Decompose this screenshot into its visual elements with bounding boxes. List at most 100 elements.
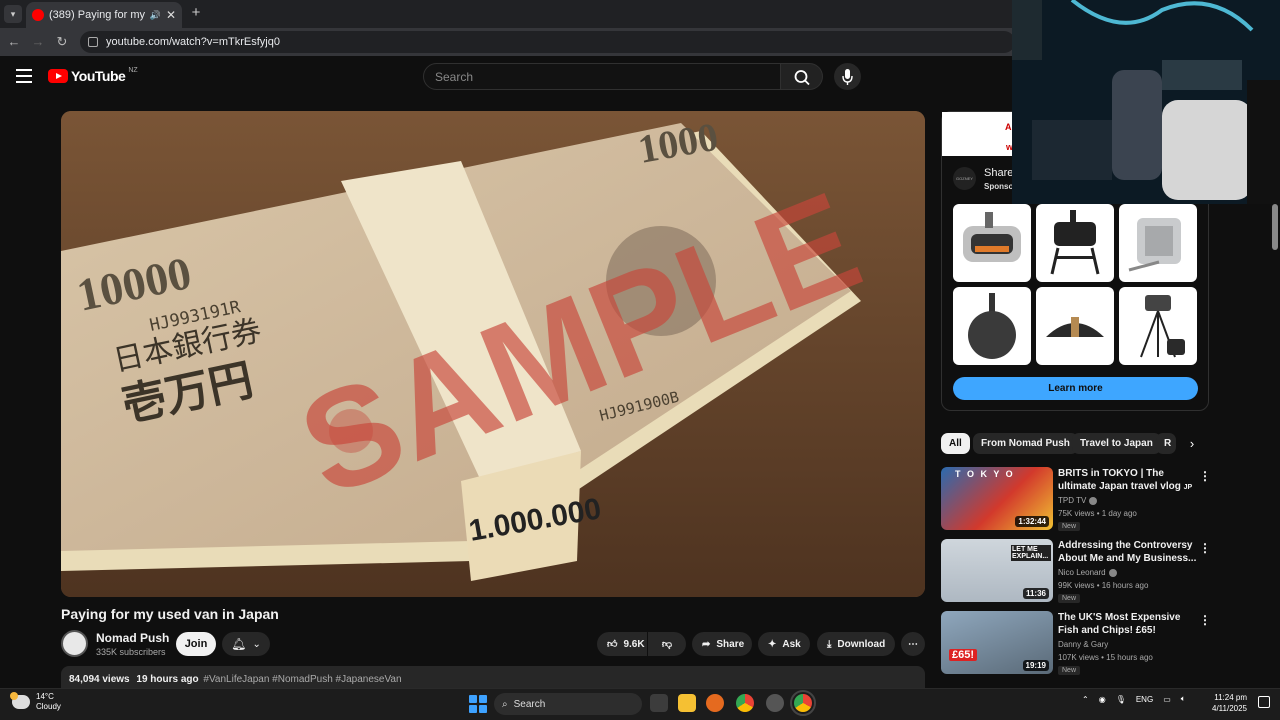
chevron-up-icon[interactable]: ⌃: [1082, 695, 1089, 704]
ad-product-tripod-stand[interactable]: [1119, 287, 1197, 365]
app-tray-icon[interactable]: ◉: [1099, 695, 1106, 704]
volume-icon[interactable]: 🔈︎: [1181, 694, 1186, 704]
join-button[interactable]: Join: [176, 632, 216, 656]
menu-icon[interactable]: [16, 69, 32, 83]
download-icon: ⤓: [827, 638, 832, 650]
reload-icon[interactable]: ↻: [54, 34, 70, 50]
channel-name[interactable]: Danny & Gary: [1058, 640, 1108, 649]
recommendation-item[interactable]: LET ME EXPLAIN... 11:36 Addressing the C…: [941, 539, 1216, 603]
audio-playing-icon[interactable]: 🔊: [150, 10, 161, 21]
app-icon[interactable]: [766, 694, 784, 712]
ad-product-oven-door[interactable]: [1036, 287, 1114, 365]
temperature: 14°C: [36, 692, 54, 701]
site-info-icon[interactable]: [88, 37, 98, 47]
close-tab-icon[interactable]: ✕: [166, 8, 176, 22]
chip-travel-to-japan[interactable]: Travel to Japan: [1072, 433, 1161, 454]
learn-more-button[interactable]: Learn more: [953, 377, 1198, 400]
video-thumbnail[interactable]: T O K Y O 1:32:44: [941, 467, 1053, 530]
chrome-icon[interactable]: [736, 694, 754, 712]
video-title[interactable]: BRITS in TOKYO | The ultimate Japan trav…: [1058, 467, 1198, 494]
page-scrollbar[interactable]: [1272, 204, 1278, 250]
task-view-icon[interactable]: [650, 694, 668, 712]
channel-name[interactable]: Nico Leonard: [1058, 568, 1117, 577]
channel-name[interactable]: Nomad Push: [96, 631, 169, 645]
hashtags[interactable]: #VanLifeJapan #NomadPush #JapaneseVan: [203, 674, 401, 685]
search-button[interactable]: [781, 63, 823, 90]
download-label: Download: [837, 638, 886, 650]
like-button[interactable]: 👍︎ 9.6K: [597, 632, 647, 656]
video-meta: 75K views • 1 day ago: [1058, 509, 1137, 518]
language-indicator[interactable]: ENG: [1136, 695, 1153, 704]
ask-label: Ask: [782, 638, 801, 650]
notification-icon[interactable]: [1258, 696, 1270, 708]
more-vertical-icon[interactable]: ⋮: [1199, 469, 1211, 483]
address-bar[interactable]: youtube.com/watch?v=mTkrEsfyjq0: [80, 31, 1015, 53]
new-tab-button[interactable]: +: [188, 5, 204, 21]
windows-start-icon[interactable]: [469, 695, 487, 713]
file-explorer-icon[interactable]: [678, 694, 696, 712]
video-thumbnail[interactable]: £65! 19:19: [941, 611, 1053, 674]
app-icon[interactable]: [706, 694, 724, 712]
search-icon: ⌕: [502, 698, 508, 710]
tab-title: (389) Paying for my used van in Japan: [49, 9, 145, 21]
tab-search-button[interactable]: ▾: [4, 5, 22, 23]
ad-banner-image[interactable]: A w: [942, 112, 1014, 156]
advertiser-logo[interactable]: GOZNEY: [953, 167, 976, 190]
recommendation-item[interactable]: £65! 19:19 The UK'S Most Expensive Fish …: [941, 611, 1216, 675]
weather-widget[interactable]: 14°C Cloudy: [10, 692, 61, 712]
ad-product-steel-oven[interactable]: [1119, 204, 1197, 282]
bell-icon: 🔔︎: [231, 637, 247, 651]
ad-product-pizza-peel[interactable]: [953, 287, 1031, 365]
video-duration: 19:19: [1022, 660, 1049, 671]
recommendation-item[interactable]: T O K Y O 1:32:44 BRITS in TOKYO | The u…: [941, 467, 1216, 531]
network-icon[interactable]: ▭: [1163, 695, 1171, 704]
subscriber-count: 335K subscribers: [96, 647, 166, 657]
ad-title[interactable]: Share: [984, 167, 1013, 179]
more-actions-button[interactable]: ⋯: [901, 632, 925, 656]
url-text: youtube.com/watch?v=mTkrEsfyjq0: [106, 36, 280, 48]
chip-from-channel[interactable]: From Nomad Push: [973, 433, 1078, 454]
taskbar-search[interactable]: ⌕ Search: [494, 693, 642, 715]
ask-button[interactable]: ✦ Ask: [758, 632, 810, 656]
system-tray: ⌃ ◉ 🎙︎ ENG ▭ 🔈︎: [1082, 694, 1186, 704]
new-badge: New: [1058, 666, 1081, 675]
dislike-button[interactable]: 👎︎: [648, 632, 686, 656]
share-label: Share: [716, 638, 745, 650]
ad-product-oven-stand[interactable]: [1036, 204, 1114, 282]
video-player[interactable]: SAMPLE 10000 1000 HJ993191R HJ991900B 日本…: [61, 111, 925, 597]
more-vertical-icon[interactable]: ⋮: [1199, 541, 1211, 555]
upload-age: 19 hours ago: [136, 674, 199, 685]
youtube-logo[interactable]: YouTube NZ: [48, 67, 138, 84]
chip-all[interactable]: All: [941, 433, 970, 454]
search-icon: [794, 70, 810, 86]
youtube-favicon-icon: [32, 9, 44, 21]
chevron-right-icon[interactable]: ›: [1184, 436, 1200, 452]
video-thumbnail-banknotes: SAMPLE 10000 1000 HJ993191R HJ991900B 日本…: [61, 111, 925, 597]
chrome-active-icon[interactable]: [790, 690, 816, 716]
title-suffix: JP: [1183, 484, 1193, 491]
new-badge: New: [1058, 594, 1081, 603]
channel-name[interactable]: TPD TV: [1058, 496, 1098, 505]
thumbs-down-icon: 👎︎: [661, 639, 673, 650]
video-title[interactable]: The UK'S Most Expensive Fish and Chips! …: [1058, 611, 1198, 637]
taskbar-search-label: Search: [513, 698, 546, 710]
search-input[interactable]: Search: [423, 63, 781, 90]
description-box[interactable]: 84,094 views 19 hours ago #VanLifeJapan …: [61, 666, 925, 690]
forward-arrow-icon[interactable]: →: [30, 34, 46, 50]
browser-tab[interactable]: (389) Paying for my used van in Japan 🔊 …: [26, 2, 182, 28]
share-button[interactable]: ➦ Share: [692, 632, 752, 656]
video-title[interactable]: Addressing the Controversy About Me and …: [1058, 539, 1198, 565]
chip-truncated[interactable]: R: [1156, 433, 1176, 454]
download-button[interactable]: ⤓ Download: [817, 632, 895, 656]
notification-bell-button[interactable]: 🔔︎ ⌄: [222, 632, 270, 656]
ad-product-pizza-oven[interactable]: [953, 204, 1031, 282]
video-thumbnail[interactable]: LET ME EXPLAIN... 11:36: [941, 539, 1053, 602]
back-arrow-icon[interactable]: ←: [6, 34, 22, 50]
microphone-icon[interactable]: 🎙︎: [1116, 695, 1126, 704]
voice-search-button[interactable]: [834, 63, 861, 90]
more-vertical-icon[interactable]: ⋮: [1199, 613, 1211, 627]
channel-avatar[interactable]: [61, 630, 88, 657]
thumbnail-caption: T O K Y O: [955, 469, 1015, 479]
new-badge: New: [1058, 522, 1081, 531]
taskbar-clock[interactable]: 11:24 pm 4/11/2025: [1212, 692, 1247, 714]
